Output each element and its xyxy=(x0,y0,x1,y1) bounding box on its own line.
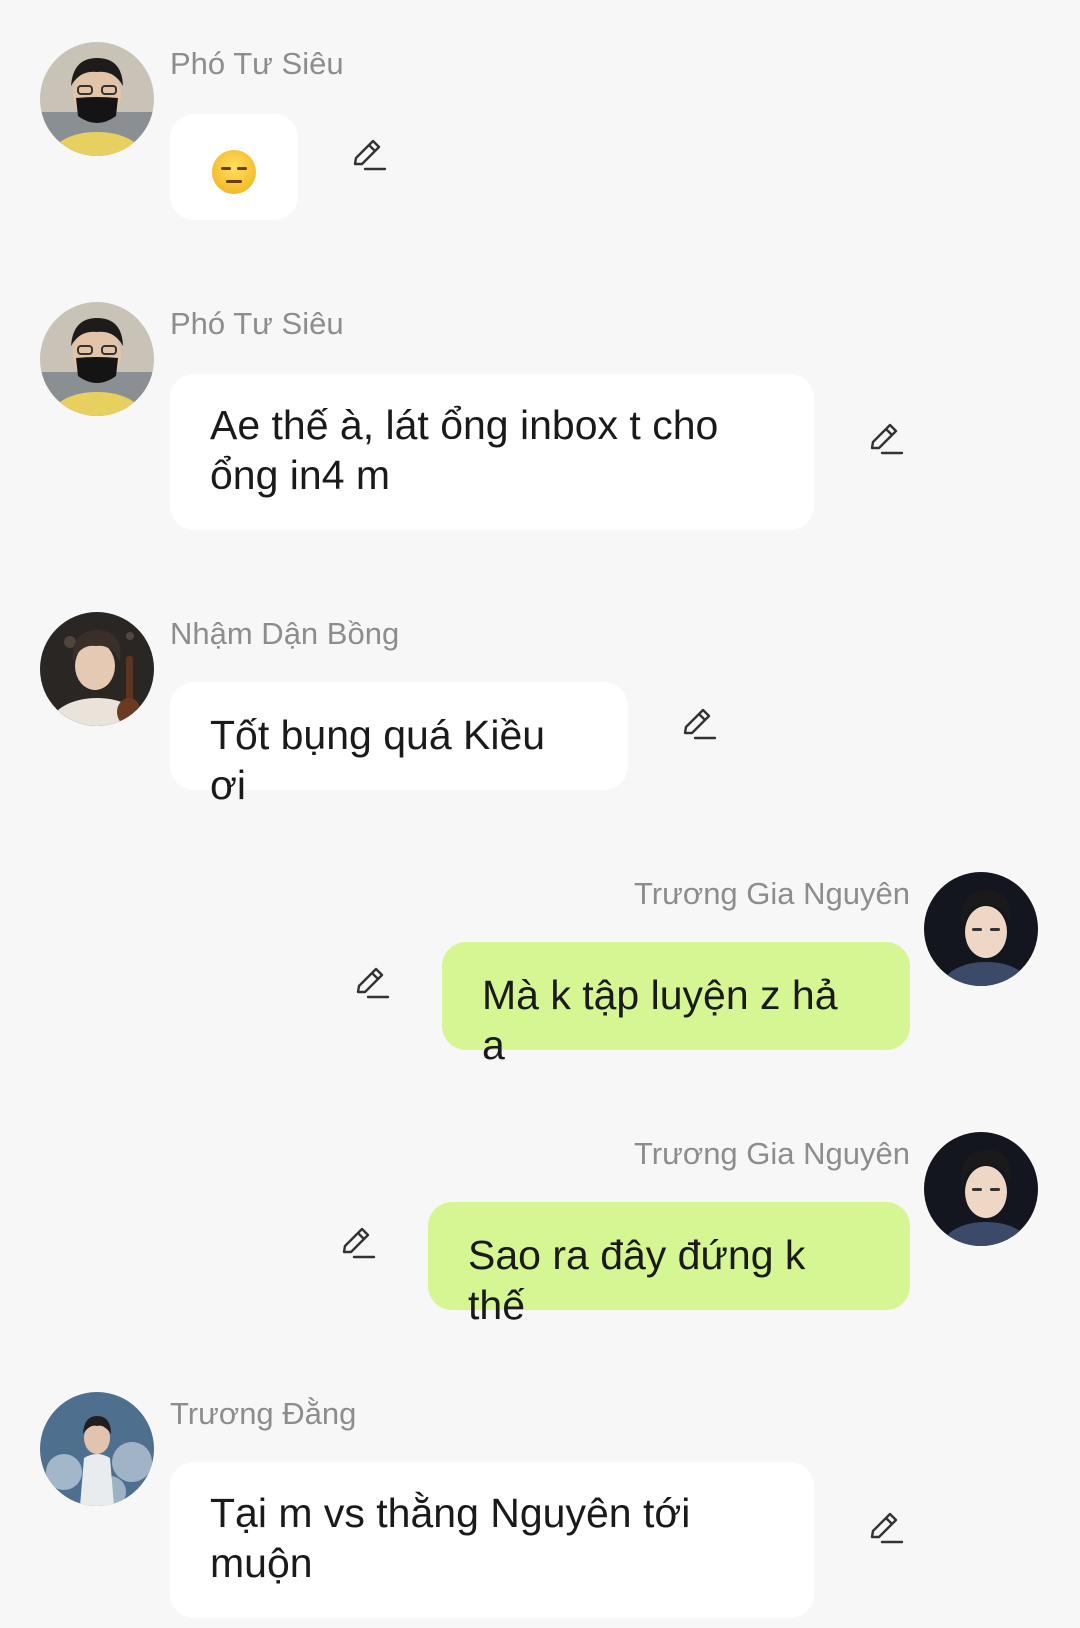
message-text: Mà k tập luyện z hả a xyxy=(482,972,838,1068)
avatar[interactable] xyxy=(40,612,154,726)
edit-icon[interactable] xyxy=(864,1507,904,1547)
message-bubble[interactable]: Tốt bụng quá Kiều ơi xyxy=(170,682,628,808)
message-bubble[interactable] xyxy=(170,114,298,220)
avatar[interactable] xyxy=(40,302,154,416)
avatar-image xyxy=(40,1392,154,1506)
sender-name: Trương Gia Nguyên xyxy=(634,1136,910,1171)
expressionless-face-icon xyxy=(212,150,256,194)
edit-icon[interactable] xyxy=(864,418,904,458)
avatar[interactable] xyxy=(40,42,154,156)
avatar[interactable] xyxy=(40,1392,154,1506)
message-bubble[interactable]: Sao ra đây đứng k thế xyxy=(428,1202,910,1328)
message-text: Tốt bụng quá Kiều ơi xyxy=(210,712,546,808)
edit-icon[interactable] xyxy=(336,1222,376,1262)
sender-name: Trương Gia Nguyên xyxy=(634,876,910,911)
edit-icon[interactable] xyxy=(347,134,387,174)
sender-name: Trương Đằng xyxy=(170,1396,357,1431)
avatar[interactable] xyxy=(924,1132,1038,1246)
sender-name: Phó Tư Siêu xyxy=(170,306,344,341)
edit-icon[interactable] xyxy=(677,703,717,743)
edit-icon[interactable] xyxy=(350,962,390,1002)
avatar-image xyxy=(40,612,154,726)
message-text: Ae thế à, lát ổng inbox t cho ổng in4 m xyxy=(210,402,719,498)
message-text: Sao ra đây đứng k thế xyxy=(468,1232,806,1328)
avatar-image xyxy=(40,42,154,156)
message-bubble[interactable]: Ae thế à, lát ổng inbox t cho ổng in4 m xyxy=(170,374,814,530)
avatar-image xyxy=(924,1132,1038,1246)
message-text: Tại m vs thằng Nguyên tới muộn xyxy=(210,1490,691,1586)
message-bubble[interactable]: Mà k tập luyện z hả a xyxy=(442,942,910,1068)
sender-name: Nhậm Dận Bồng xyxy=(170,616,400,651)
avatar-image xyxy=(924,872,1038,986)
message-bubble[interactable]: Tại m vs thằng Nguyên tới muộn xyxy=(170,1462,814,1618)
avatar[interactable] xyxy=(924,872,1038,986)
avatar-image xyxy=(40,302,154,416)
sender-name: Phó Tư Siêu xyxy=(170,46,344,81)
